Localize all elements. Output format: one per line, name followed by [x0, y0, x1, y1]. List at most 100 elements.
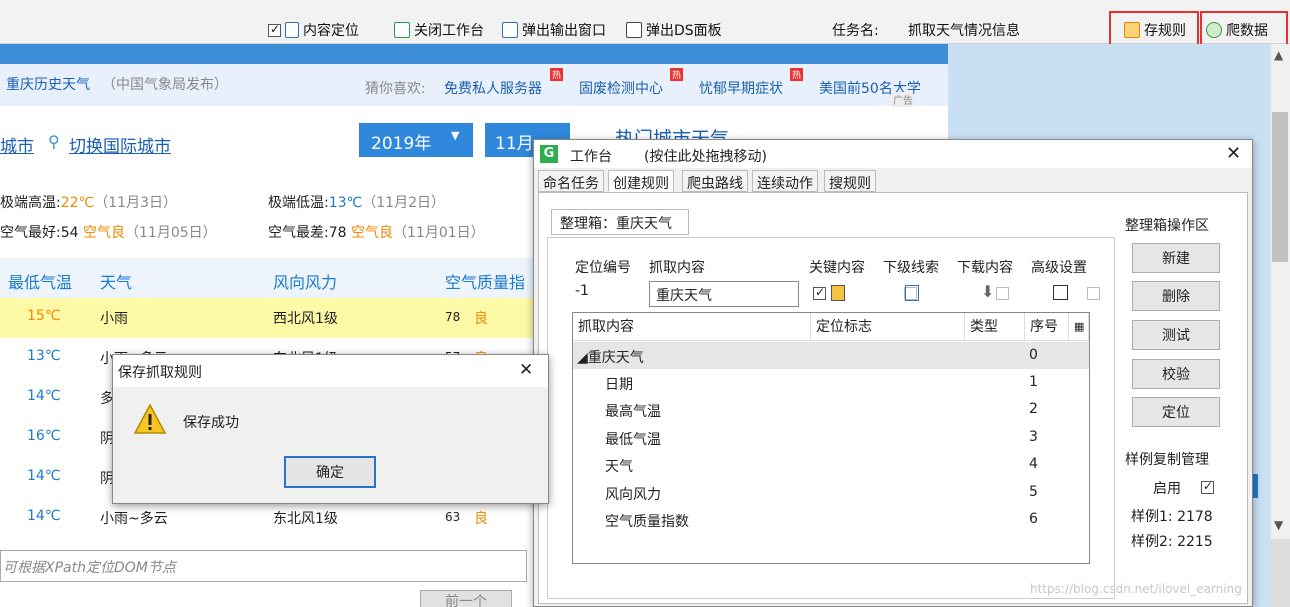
tree-row[interactable]: 最低气温 3 [573, 424, 1089, 451]
close-workbench-button[interactable]: 关闭工作台 [394, 19, 484, 41]
ad-link[interactable]: 忧郁早期症状 [699, 78, 783, 98]
column-chooser-icon[interactable]: ▦ [1069, 313, 1089, 341]
tab-create-rule[interactable]: 创建规则 [608, 170, 674, 192]
page-title[interactable]: 重庆历史天气 [6, 74, 90, 94]
sample1-value: 样例1: 2178 [1131, 509, 1213, 525]
grid-column-header: 抓取内容 [573, 313, 811, 341]
ok-button[interactable]: 确定 [284, 456, 376, 488]
locate-button[interactable]: 定位 [1132, 397, 1220, 427]
tree-row[interactable]: 天气 4 [573, 451, 1089, 478]
city-link[interactable]: 城市 [0, 132, 34, 157]
stat-grade: 空气良 [351, 225, 393, 241]
tab-label: 搜规则 [829, 176, 871, 192]
advanced-checkbox[interactable] [1087, 287, 1101, 300]
tab-search-rules[interactable]: 搜规则 [824, 170, 876, 192]
save-disk-icon [1124, 22, 1140, 38]
ad-link[interactable]: 免费私人服务器 [444, 78, 542, 98]
tree-row[interactable]: 风向风力 5 [573, 479, 1089, 506]
tree-node-label: 最低气温 [605, 432, 661, 448]
crawl-data-button[interactable]: 爬数据 [1206, 19, 1268, 41]
stat-value: 78 [328, 225, 347, 241]
locate-content-button[interactable]: 内容定位 [268, 19, 359, 41]
tab-label: 连续动作 [757, 176, 813, 192]
rule-tree-grid: 抓取内容 定位标志 类型 序号 ▦ ◢重庆天气 0 日期 1 最高气温 2 最低… [572, 312, 1090, 564]
weather-cell: 小雨~多云 [100, 511, 168, 527]
verify-button[interactable]: 校验 [1132, 359, 1220, 389]
grab-content-input[interactable]: 重庆天气 [649, 281, 799, 307]
tab-continuous-action[interactable]: 连续动作 [752, 170, 818, 192]
button-label: 校验 [1162, 367, 1190, 383]
locate-checkbox[interactable] [268, 22, 281, 37]
tab-label: 爬虫路线 [687, 176, 743, 192]
save-rule-button[interactable]: 存规则 [1124, 19, 1186, 41]
popout-window-icon [502, 22, 518, 38]
prev-button[interactable]: 前一个 [420, 590, 512, 607]
save-rule-dialog: 保存抓取规则 ✕ 保存成功 确定 [112, 354, 549, 504]
close-icon[interactable]: ✕ [1226, 143, 1241, 164]
tree-node-label: 日期 [605, 377, 633, 393]
prev-button-label: 前一个 [445, 594, 487, 607]
dialog-message: 保存成功 [183, 415, 239, 431]
ad-link[interactable]: 固废检测中心 [579, 78, 663, 98]
extreme-low-stat: 极端低温:13℃（11月2日） [268, 192, 445, 212]
switch-city-link[interactable]: 切换国际城市 [69, 132, 171, 157]
tab-crawler-route[interactable]: 爬虫路线 [682, 170, 748, 192]
globe-icon [1206, 22, 1222, 38]
task-name-label: 任务名: [832, 19, 879, 41]
tree-node-seq: 1 [1029, 374, 1038, 390]
grid-header: 抓取内容 定位标志 类型 序号 ▦ [573, 313, 1089, 341]
tree-row-root[interactable]: ◢重庆天气 0 [573, 342, 1089, 369]
key-content-icon [831, 285, 845, 301]
tree-row[interactable]: 空气质量指数 6 [573, 506, 1089, 533]
grab-content-value: 重庆天气 [656, 288, 712, 304]
download-checkbox[interactable] [995, 287, 1009, 300]
dialog-titlebar[interactable]: 保存抓取规则 ✕ [113, 355, 548, 387]
tree-node-seq: 4 [1029, 456, 1038, 472]
column-header: 空气质量指 [445, 273, 526, 292]
tree-node-seq: 3 [1029, 429, 1038, 445]
test-button[interactable]: 测试 [1132, 320, 1220, 350]
box-label: 整理箱：重庆天气 [560, 216, 672, 232]
scroll-down-icon[interactable]: ▼ [1274, 518, 1283, 532]
workbench-drag-hint: (按住此处拖拽移动) [644, 149, 767, 165]
crawl-data-label: 爬数据 [1226, 23, 1268, 39]
key-content-label: 关键内容 [809, 260, 865, 276]
scroll-up-icon[interactable]: ▲ [1274, 48, 1283, 62]
column-header: 风向风力 [273, 273, 338, 292]
tree-row[interactable]: 日期 1 [573, 369, 1089, 396]
aqi-grade-cell: 良 [474, 311, 488, 327]
delete-button[interactable]: 删除 [1132, 281, 1220, 311]
tree-node-label: ◢重庆天气 [577, 350, 644, 366]
stat-date: （11月01日） [393, 225, 485, 241]
workbench-titlebar[interactable]: G 工作台 (按住此处拖拽移动) ✕ [534, 140, 1252, 168]
stat-label: 极端低温: [268, 195, 329, 211]
warning-icon [133, 403, 167, 434]
scrollbar-thumb[interactable] [1272, 112, 1288, 262]
sample-enable-checkbox[interactable] [1200, 479, 1214, 494]
low-temp-cell: 15℃ [27, 308, 61, 324]
month-value: 11月 [495, 134, 534, 154]
popout-ds-button[interactable]: 弹出DS面板 [626, 19, 722, 41]
key-content-checkbox[interactable] [813, 285, 826, 300]
year-select[interactable]: 2019年 ▼ [359, 123, 473, 157]
box-name-tab[interactable]: 整理箱：重庆天气 [551, 209, 689, 235]
advanced-settings-label: 高级设置 [1031, 260, 1087, 276]
tree-node-label: 最高气温 [605, 404, 661, 420]
dialog-title: 保存抓取规则 [118, 365, 202, 381]
sample-enable-label: 启用 [1153, 481, 1181, 497]
low-temp-cell: 13℃ [27, 348, 61, 364]
xpath-input[interactable]: 可根据XPath定位DOM节点 [0, 550, 527, 582]
stat-date: （11月05日） [125, 225, 217, 241]
close-icon[interactable]: ✕ [519, 360, 533, 380]
air-worst-stat: 空气最差:78 空气良（11月01日） [268, 222, 485, 242]
tree-row[interactable]: 最高气温 2 [573, 396, 1089, 423]
popout-output-button[interactable]: 弹出输出窗口 [502, 19, 606, 41]
sample2-value: 样例2: 2215 [1131, 534, 1213, 550]
new-button[interactable]: 新建 [1132, 243, 1220, 273]
tab-label: 创建规则 [613, 176, 669, 192]
page-source: （中国气象局发布） [102, 77, 228, 93]
tab-label: 命名任务 [543, 176, 599, 192]
tree-node-label: 风向风力 [605, 487, 661, 503]
tab-name-task[interactable]: 命名任务 [538, 170, 604, 192]
stat-date: （11月2日） [362, 195, 445, 211]
